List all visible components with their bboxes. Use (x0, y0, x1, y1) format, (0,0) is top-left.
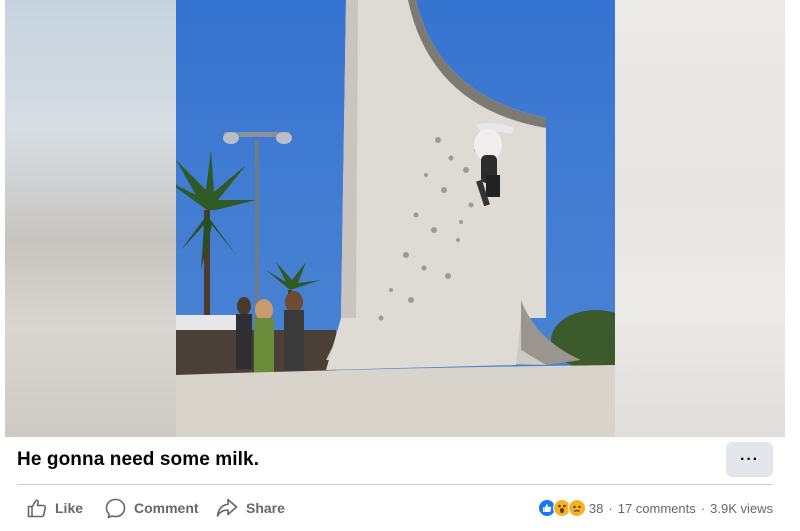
comment-icon (105, 498, 126, 518)
video-blur-left (5, 0, 176, 437)
views-count: 3.9K views (710, 500, 773, 516)
share-button[interactable]: Share (216, 494, 285, 522)
more-options-icon: ··· (740, 450, 759, 468)
facebook-video-post: He gonna need some milk. ··· Like Commen… (0, 0, 800, 531)
comment-button[interactable]: Comment (105, 494, 199, 522)
like-label: Like (55, 500, 84, 516)
stats-separator: · (608, 500, 613, 516)
share-icon (216, 498, 238, 517)
like-button[interactable]: Like (27, 494, 83, 522)
share-label: Share (246, 500, 285, 516)
more-options-button[interactable]: ··· (726, 442, 773, 477)
comment-label: Comment (134, 500, 199, 516)
sad-icon (567, 499, 586, 517)
reaction-icons[interactable] (537, 499, 586, 517)
stats-separator: · (700, 500, 706, 516)
video-player[interactable] (5, 0, 785, 437)
video-frame[interactable] (176, 0, 615, 437)
post-caption: He gonna need some milk. (17, 449, 260, 470)
post-stats: 38 · 17 comments · 3.9K views (537, 497, 773, 519)
video-blur-right (615, 0, 785, 437)
comments-count[interactable]: 17 comments (618, 501, 696, 516)
thumbs-up-icon (27, 499, 47, 518)
reaction-count[interactable]: 38 (589, 501, 603, 516)
divider (17, 484, 773, 485)
